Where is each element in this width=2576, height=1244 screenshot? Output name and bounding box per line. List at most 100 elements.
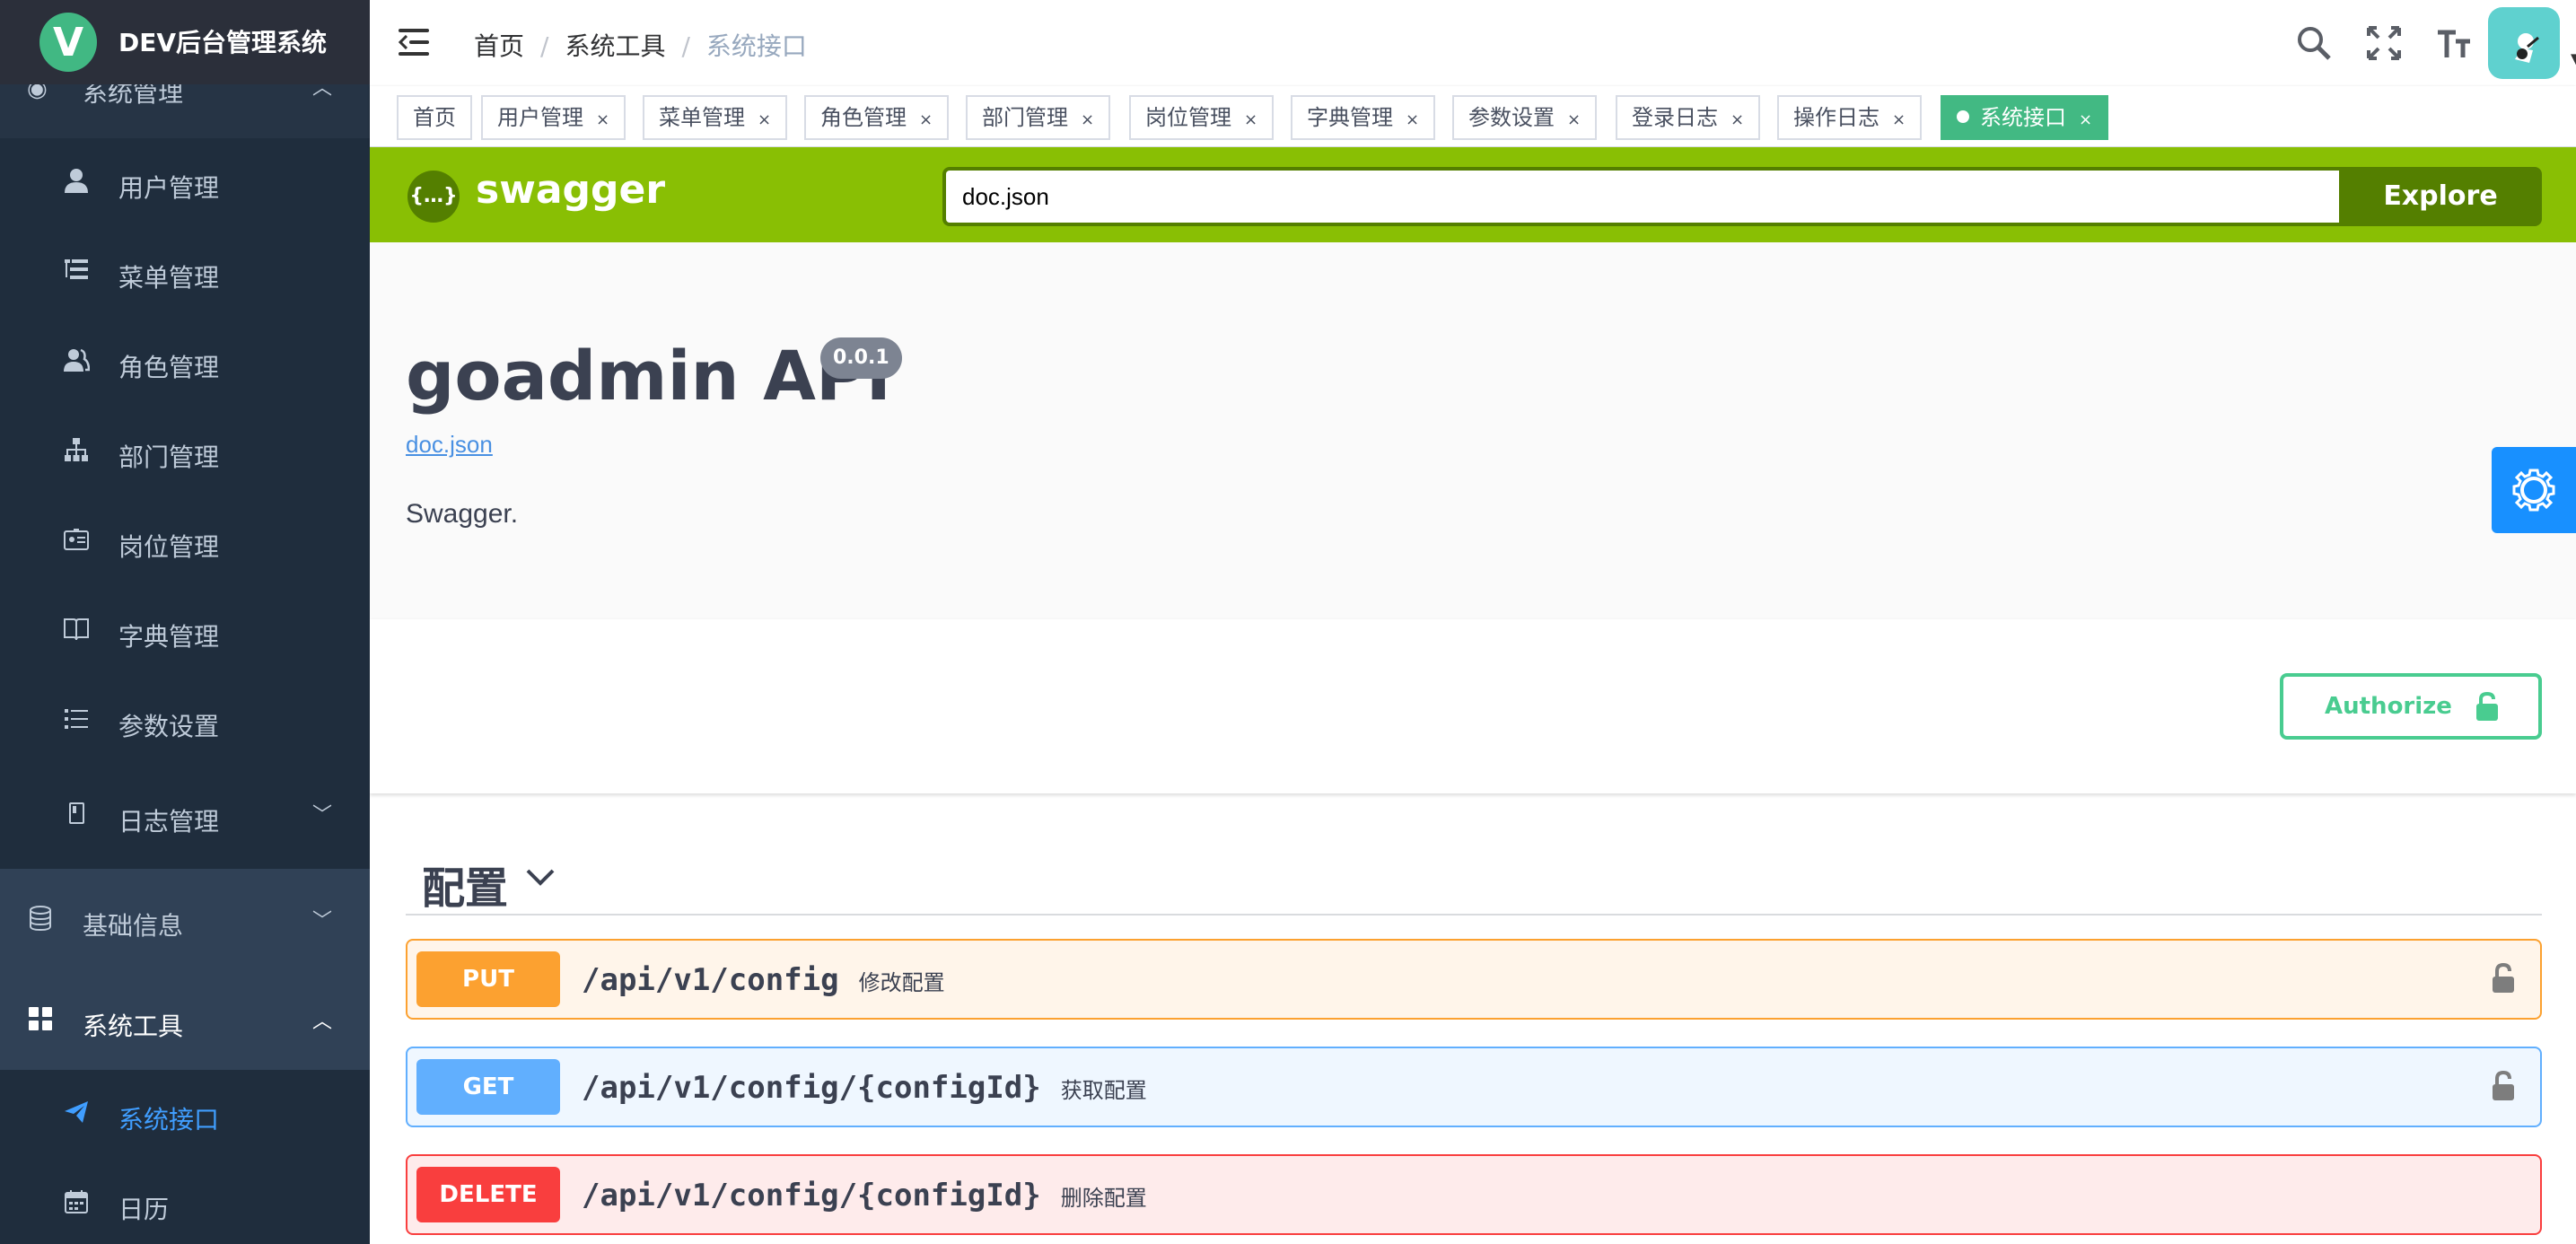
app-title: DEV后台管理系统 <box>118 28 328 57</box>
sidebar-item-label: 系统工具 <box>83 1012 184 1041</box>
sidebar-item-label: 系统接口 <box>118 1105 220 1134</box>
swagger-ui: {…} swagger doc.json Explore goadmin API… <box>370 147 2576 1244</box>
hamburger-icon[interactable] <box>399 27 431 59</box>
tree-icon <box>63 436 90 463</box>
authorize-button[interactable]: Authorize <box>2280 673 2542 740</box>
chevron-up-icon: ︿ <box>311 1011 332 1033</box>
caret-down-icon[interactable]: ▼ <box>2571 50 2576 69</box>
post-icon <box>63 526 90 553</box>
close-icon[interactable]: × <box>758 110 771 129</box>
tag-menus[interactable]: 菜单管理 × <box>643 95 788 140</box>
sidebar-item-label: 基础信息 <box>83 911 184 941</box>
tag-section-header[interactable]: 配置 <box>406 844 2542 915</box>
close-icon[interactable]: × <box>1567 110 1581 129</box>
chevron-down-icon <box>526 869 555 886</box>
sidebar-item-posts[interactable]: 岗位管理 <box>0 497 370 587</box>
close-icon[interactable]: × <box>1406 110 1419 129</box>
app-root: ◉ 系统管理 ︿ V DEV后台管理系统 用户管理 菜单管理 角色管理 部门管理… <box>0 0 2576 1244</box>
font-size-icon[interactable] <box>2434 23 2474 63</box>
sidebar-item-logs[interactable]: 日志管理 ﹀ <box>0 772 370 862</box>
spec-link[interactable]: doc.json <box>406 431 493 459</box>
tag-home[interactable]: 首页 <box>397 95 472 140</box>
tag-users[interactable]: 用户管理 × <box>481 95 626 140</box>
tag-depts[interactable]: 部门管理 × <box>966 95 1111 140</box>
breadcrumb-home[interactable]: 首页 <box>474 31 524 61</box>
breadcrumb-sys-tools[interactable]: 系统工具 <box>565 31 665 61</box>
submenu-sys-tools: 系统接口 日历 <box>0 1070 370 1244</box>
tag-swagger-active[interactable]: 系统接口 × <box>1941 95 2109 140</box>
explore-button[interactable]: Explore <box>2339 167 2542 226</box>
operation-summary: 修改配置 <box>858 970 945 995</box>
chevron-down-icon: ﹀ <box>311 804 332 827</box>
sidebar-item-label: 角色管理 <box>118 353 220 382</box>
breadcrumb-separator: / <box>540 31 549 61</box>
close-icon[interactable]: × <box>2079 110 2092 129</box>
api-description: Swagger. <box>406 499 519 529</box>
user-icon <box>63 167 90 194</box>
tag-label: 岗位管理 <box>1145 105 1231 130</box>
sidebar-item-roles[interactable]: 角色管理 <box>0 318 370 407</box>
submenu-system: 用户管理 菜单管理 角色管理 部门管理 岗位管理 字典管理 参数设置 日志管理 … <box>0 138 370 869</box>
tag-posts[interactable]: 岗位管理 × <box>1129 95 1275 140</box>
sidebar-item-label: 用户管理 <box>118 173 220 203</box>
sidebar-item-params[interactable]: 参数设置 <box>0 677 370 767</box>
operation-path-text: /api/v1/config/{configId} <box>582 1070 1041 1106</box>
close-icon[interactable]: × <box>919 110 933 129</box>
operation-path-text: /api/v1/config/{configId} <box>582 1178 1041 1213</box>
tag-label: 系统接口 <box>1980 105 2066 130</box>
sidebar-item-depts[interactable]: 部门管理 <box>0 407 370 497</box>
api-info: goadmin API 0.0.1 doc.json Swagger. <box>370 242 2576 619</box>
close-icon[interactable]: × <box>1892 110 1906 129</box>
sidebar-item-dicts[interactable]: 字典管理 <box>0 587 370 677</box>
sidebar-item-menus[interactable]: 菜单管理 <box>0 228 370 318</box>
tag-params[interactable]: 参数设置 × <box>1452 95 1598 140</box>
tag-oper-logs[interactable]: 操作日志 × <box>1777 95 1923 140</box>
sidebar-item-swagger[interactable]: 系统接口 <box>0 1070 370 1160</box>
tag-roles[interactable]: 角色管理 × <box>804 95 950 140</box>
fullscreen-icon[interactable] <box>2364 23 2404 63</box>
tag-dicts[interactable]: 字典管理 × <box>1291 95 1436 140</box>
tag-label: 菜单管理 <box>659 105 745 130</box>
close-icon[interactable]: × <box>1081 110 1094 129</box>
sidebar-item-label: 日历 <box>118 1195 170 1224</box>
scheme-container: Authorize <box>370 619 2576 793</box>
search-icon[interactable] <box>2294 23 2334 63</box>
send-icon <box>63 1099 90 1126</box>
operation-put-config[interactable]: PUT /api/v1/config 修改配置 <box>406 939 2542 1020</box>
logo[interactable]: V DEV后台管理系统 <box>0 0 370 84</box>
operation-get-config[interactable]: GET /api/v1/config/{configId} 获取配置 <box>406 1047 2542 1127</box>
operation-path: /api/v1/config/{configId} 获取配置 <box>582 1070 1147 1106</box>
log-icon <box>63 801 90 828</box>
close-icon[interactable]: × <box>1244 110 1257 129</box>
calendar-icon <box>63 1188 90 1215</box>
sidebar-item-base-info[interactable]: 基础信息 ﹀ <box>0 869 370 969</box>
tag-section-title: 配置 <box>422 863 509 914</box>
avatar[interactable] <box>2488 7 2560 79</box>
breadcrumb: 首页 / 系统工具 / 系统接口 <box>474 27 807 63</box>
operation-delete-config[interactable]: DELETE /api/v1/config/{configId} 删除配置 <box>406 1154 2542 1235</box>
sidebar-item-calendar[interactable]: 日历 <box>0 1160 370 1244</box>
api-title: goadmin API <box>406 336 891 416</box>
close-icon[interactable]: × <box>1730 110 1744 129</box>
tag-label: 字典管理 <box>1307 105 1393 130</box>
sidebar-item-label: 菜单管理 <box>118 263 220 293</box>
unlock-icon[interactable] <box>2490 962 2517 994</box>
tag-label: 用户管理 <box>497 105 583 130</box>
sidebar-item-users[interactable]: 用户管理 <box>0 138 370 228</box>
settings-button[interactable] <box>2492 447 2576 533</box>
chevron-down-icon: ﹀ <box>311 910 332 933</box>
tag-label: 登录日志 <box>1632 105 1718 130</box>
sidebar-item-label: 字典管理 <box>118 622 220 652</box>
tag-label: 参数设置 <box>1468 105 1555 130</box>
breadcrumb-current: 系统接口 <box>705 31 807 61</box>
operation-path: /api/v1/config 修改配置 <box>582 962 945 998</box>
sidebar-item-sys-tools[interactable]: 系统工具 ︿ <box>0 969 370 1070</box>
sidebar: ◉ 系统管理 ︿ V DEV后台管理系统 用户管理 菜单管理 角色管理 部门管理… <box>0 0 370 1244</box>
swagger-logo-text: swagger <box>476 167 666 213</box>
tag-login-logs[interactable]: 登录日志 × <box>1616 95 1761 140</box>
unlock-icon[interactable] <box>2490 1070 2517 1102</box>
spec-url-input[interactable]: doc.json <box>942 167 2339 226</box>
close-icon[interactable]: × <box>596 110 609 129</box>
sidebar-item-label: 日志管理 <box>118 807 220 837</box>
swagger-topbar: {…} swagger doc.json Explore <box>370 147 2576 242</box>
